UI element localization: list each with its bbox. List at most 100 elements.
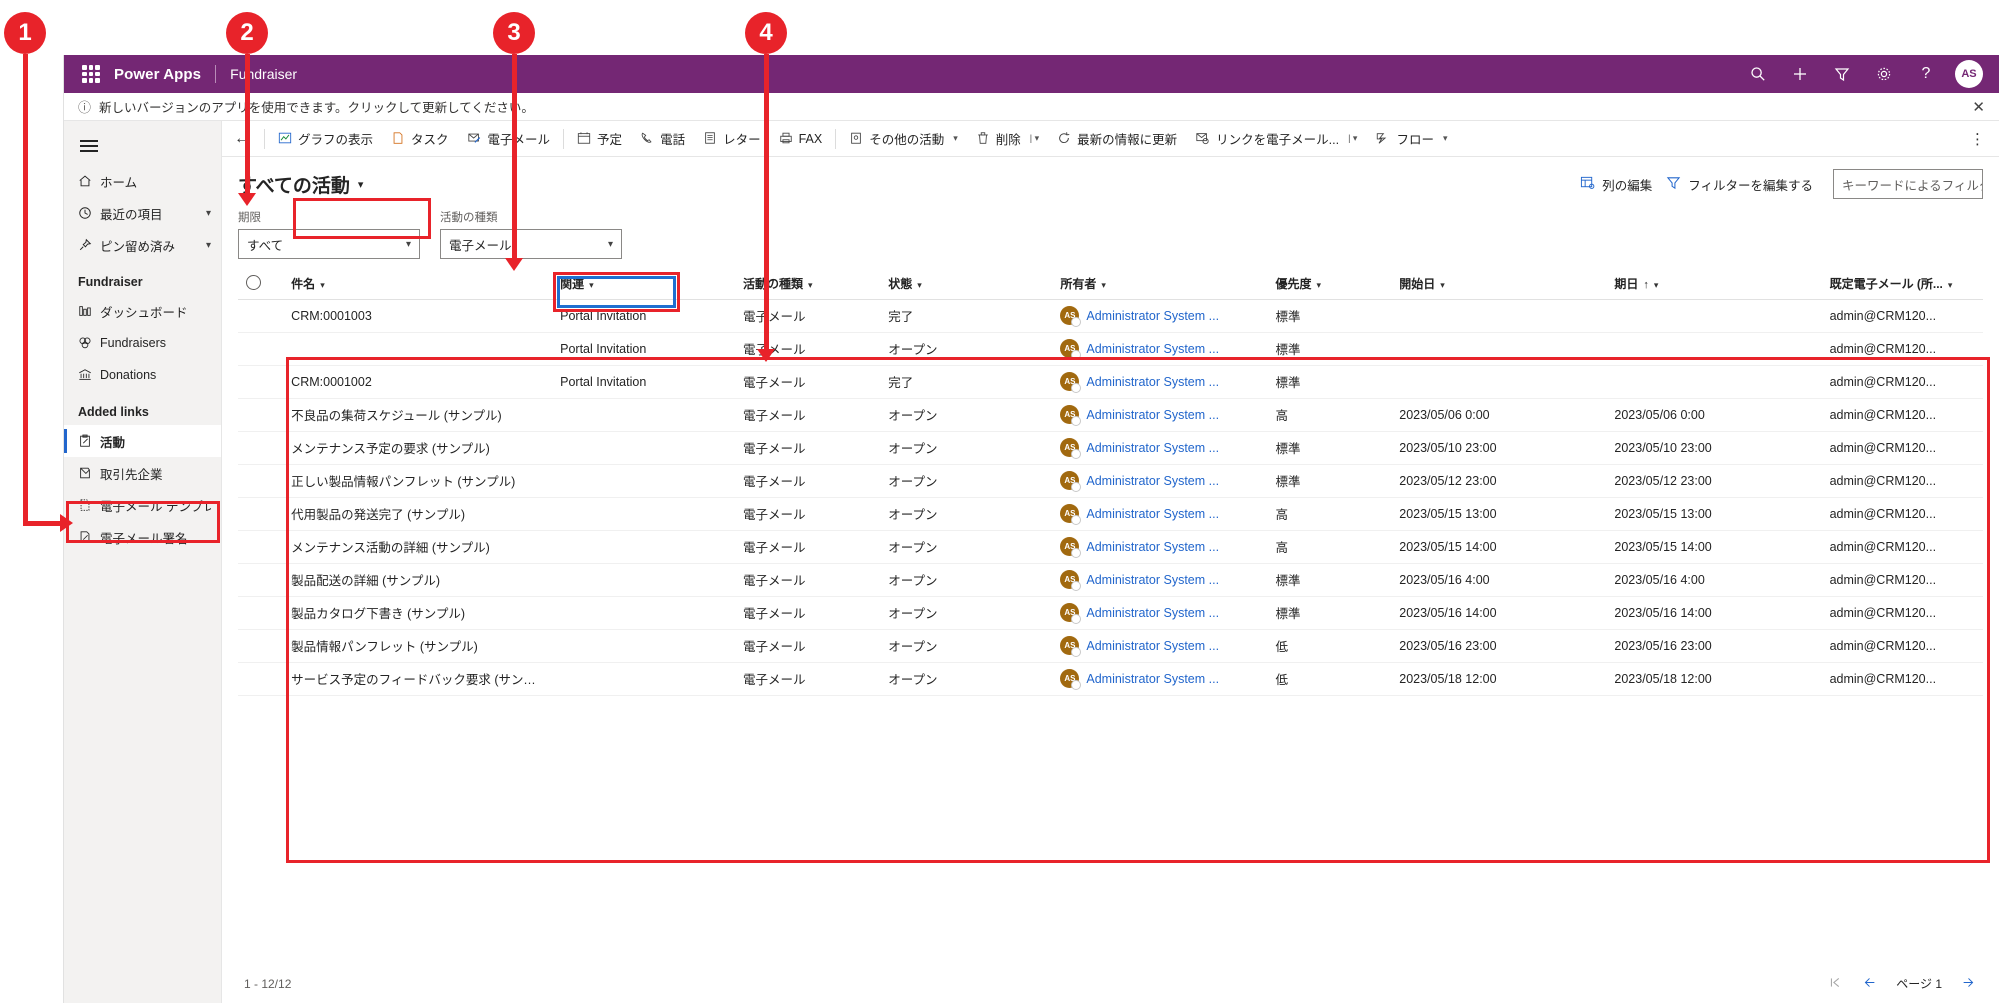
cell-subject[interactable]: 正しい製品情報パンフレット (サンプル): [283, 464, 553, 498]
row-select-cell[interactable]: [238, 596, 284, 630]
command-appointment[interactable]: 予定: [568, 124, 631, 154]
cell-owner[interactable]: AS Administrator System ...: [1052, 596, 1268, 630]
chevron-down-icon[interactable]: ▾: [1948, 280, 1953, 290]
cell-owner[interactable]: AS Administrator System ...: [1052, 398, 1268, 432]
cell-related[interactable]: [552, 398, 736, 432]
table-row[interactable]: メンテナンス活動の詳細 (サンプル) 電子メール オープン AS Administrat…: [238, 530, 1983, 564]
cell-subject[interactable]: CRM:0001003: [283, 299, 553, 333]
table-row[interactable]: 代用製品の発送完了 (サンプル) 電子メール オープン AS Administrator…: [238, 497, 1983, 531]
chevron-down-icon[interactable]: ▾: [206, 240, 211, 251]
row-select-cell[interactable]: [238, 365, 284, 399]
command-show-chart[interactable]: グラフの表示: [269, 124, 382, 154]
cell-related[interactable]: Portal Invitation: [552, 365, 736, 399]
command-overflow-button[interactable]: ⋮: [1956, 130, 1999, 148]
cell-owner[interactable]: AS Administrator System ...: [1052, 431, 1268, 465]
command-letter[interactable]: レター: [694, 124, 770, 154]
brand-label[interactable]: Power Apps: [114, 66, 201, 83]
cell-default-email[interactable]: admin@CRM120...: [1821, 596, 1983, 630]
cell-default-email[interactable]: admin@CRM120...: [1821, 629, 1983, 663]
cell-related[interactable]: [552, 464, 736, 498]
sidebar-item-donations[interactable]: Donations: [64, 359, 221, 391]
next-page-icon[interactable]: [1960, 976, 1977, 992]
cell-related[interactable]: [552, 662, 736, 696]
command-delete[interactable]: 削除 | ▾: [967, 124, 1048, 154]
chevron-down-icon[interactable]: ▾: [1443, 133, 1448, 144]
column-header-owner[interactable]: 所有者 ▾: [1052, 269, 1268, 300]
command-more-activities[interactable]: その他の活動 ▾: [840, 124, 967, 154]
column-header-related[interactable]: 関連 ▾: [552, 269, 736, 300]
search-icon[interactable]: [1741, 57, 1775, 91]
back-button[interactable]: ←: [228, 130, 260, 148]
column-header-due-date[interactable]: 期日 ↑ ▾: [1606, 269, 1822, 300]
cell-owner[interactable]: AS Administrator System ...: [1052, 365, 1268, 399]
cell-owner[interactable]: AS Administrator System ...: [1052, 332, 1268, 366]
close-icon[interactable]: ✕: [1972, 98, 1985, 116]
edit-filters-button[interactable]: フィルターを編集する: [1666, 175, 1813, 194]
table-row[interactable]: CRM:0001003 Portal Invitation 電子メール 完了 AS Adm…: [238, 299, 1983, 333]
cell-owner[interactable]: AS Administrator System ...: [1052, 530, 1268, 564]
prev-page-icon[interactable]: [1861, 976, 1878, 992]
cell-subject[interactable]: メンテナンス活動の詳細 (サンプル): [283, 530, 553, 564]
cell-subject[interactable]: 不良品の集荷スケジュール (サンプル): [283, 398, 553, 432]
cell-default-email[interactable]: admin@CRM120...: [1821, 431, 1983, 465]
cell-related[interactable]: [552, 431, 736, 465]
cell-default-email[interactable]: admin@CRM120...: [1821, 398, 1983, 432]
table-row[interactable]: 製品配送の詳細 (サンプル) 電子メール オープン AS Administrator S…: [238, 563, 1983, 597]
cell-related[interactable]: [552, 629, 736, 663]
row-select-cell[interactable]: [238, 299, 284, 333]
table-row[interactable]: 製品情報パンフレット (サンプル) 電子メール オープン AS Administrato…: [238, 629, 1983, 663]
chevron-down-icon[interactable]: ▾: [589, 280, 594, 290]
add-icon[interactable]: [1783, 57, 1817, 91]
cell-default-email[interactable]: admin@CRM120...: [1821, 530, 1983, 564]
cell-subject[interactable]: 代用製品の発送完了 (サンプル): [283, 497, 553, 531]
first-page-icon[interactable]: [1828, 976, 1843, 992]
chevron-down-icon[interactable]: ▾: [808, 280, 813, 290]
column-header-priority[interactable]: 優先度 ▾: [1267, 269, 1392, 300]
cell-related[interactable]: [552, 596, 736, 630]
chevron-down-icon[interactable]: ▾: [206, 208, 211, 219]
cell-owner[interactable]: AS Administrator System ...: [1052, 662, 1268, 696]
cell-owner[interactable]: AS Administrator System ...: [1052, 299, 1268, 333]
sidebar-item-activity[interactable]: 活動: [64, 425, 221, 457]
chevron-down-icon[interactable]: ▾: [320, 280, 325, 290]
search-input[interactable]: キーワードによるフィルタ: [1833, 169, 1983, 199]
activity-type-filter[interactable]: 電子メール ▾: [440, 229, 622, 259]
sidebar-item-dashboard[interactable]: ダッシュボード: [64, 295, 221, 327]
view-selector[interactable]: すべての活動 ▾: [238, 171, 363, 198]
table-row[interactable]: サービス予定のフィードバック要求 (サンプル) 電子メール オープン AS Admini…: [238, 662, 1983, 696]
command-email[interactable]: 電子メール: [458, 124, 560, 154]
row-select-cell[interactable]: [238, 464, 284, 498]
edit-columns-button[interactable]: 列の編集: [1580, 175, 1652, 194]
sidebar-item-home[interactable]: ホーム: [64, 165, 221, 197]
cell-related[interactable]: [552, 497, 736, 531]
row-select-cell[interactable]: [238, 563, 284, 597]
cell-subject[interactable]: 製品配送の詳細 (サンプル): [283, 563, 553, 597]
cell-default-email[interactable]: admin@CRM120...: [1821, 662, 1983, 696]
chevron-down-icon[interactable]: ▾: [1440, 280, 1445, 290]
row-select-cell[interactable]: [238, 497, 284, 531]
chevron-down-icon[interactable]: ▾: [358, 178, 364, 191]
table-row[interactable]: CRM:0001002 Portal Invitation 電子メール 完了 AS Adm…: [238, 365, 1983, 399]
column-header-default-email[interactable]: 既定電子メール (所... ▾: [1821, 269, 1983, 300]
cell-owner[interactable]: AS Administrator System ...: [1052, 497, 1268, 531]
select-all-cell[interactable]: [238, 269, 284, 300]
cell-default-email[interactable]: admin@CRM120...: [1821, 299, 1983, 333]
command-task[interactable]: タスク: [382, 124, 458, 154]
chevron-down-icon[interactable]: ▾: [917, 280, 922, 290]
row-select-cell[interactable]: [238, 398, 284, 432]
row-select-cell[interactable]: [238, 332, 284, 366]
help-icon[interactable]: ?: [1909, 57, 1943, 91]
cell-default-email[interactable]: admin@CRM120...: [1821, 497, 1983, 531]
gear-icon[interactable]: [1867, 57, 1901, 91]
cell-subject[interactable]: CRM:0001002: [283, 365, 553, 399]
sidebar-item-fundraisers[interactable]: Fundraisers: [64, 327, 221, 359]
sidebar-item-recent[interactable]: 最近の項目 ▾: [64, 197, 221, 229]
chevron-down-icon[interactable]: ▾: [1317, 280, 1322, 290]
column-header-status[interactable]: 状態 ▾: [880, 269, 1053, 300]
sidebar-item-accounts[interactable]: 取引先企業: [64, 457, 221, 489]
column-header-start-date[interactable]: 開始日 ▾: [1391, 269, 1607, 300]
table-row[interactable]: 製品カタログ下書き (サンプル) 電子メール オープン AS Administrator…: [238, 596, 1983, 630]
cell-related[interactable]: [552, 563, 736, 597]
cell-subject[interactable]: メンテナンス予定の要求 (サンプル): [283, 431, 553, 465]
waffle-icon[interactable]: [82, 65, 100, 83]
